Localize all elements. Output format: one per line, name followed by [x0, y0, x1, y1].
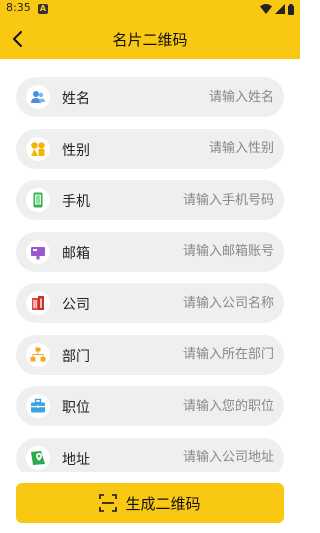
- generate-qr-button[interactable]: 生成二维码: [16, 483, 284, 523]
- field-email-label: 邮箱: [62, 245, 90, 262]
- field-department-label: 部门: [62, 348, 90, 365]
- briefcase-icon-badge: [26, 394, 50, 418]
- mailbox-icon-badge: [26, 239, 50, 264]
- name-input[interactable]: [134, 84, 274, 110]
- company-input[interactable]: [134, 290, 274, 316]
- card-form: 姓名 性别 手机: [16, 77, 284, 489]
- signal-icon: [275, 4, 285, 14]
- building-icon: [32, 296, 44, 310]
- field-company: 公司: [16, 283, 284, 323]
- status-icons: [260, 3, 294, 15]
- person-icon: [31, 91, 45, 103]
- battery-icon: [288, 3, 294, 15]
- field-name: 姓名: [16, 77, 284, 117]
- footer: 生成二维码: [0, 472, 300, 533]
- generate-qr-label: 生成二维码: [125, 494, 201, 513]
- status-bar: 8:35 A: [0, 0, 300, 20]
- field-department: 部门: [16, 334, 284, 375]
- field-address-label: 地址: [62, 451, 90, 468]
- phone-icon-badge: [26, 188, 50, 212]
- header: 8:35 A 名片二维码: [0, 0, 300, 59]
- field-phone-label: 手机: [62, 194, 90, 210]
- notification-icon: A: [38, 4, 48, 14]
- status-time: 8:35: [6, 1, 31, 14]
- org-chart-icon-badge: [26, 342, 50, 367]
- email-input[interactable]: [134, 238, 274, 265]
- field-gender: 性别: [16, 128, 284, 169]
- map-pin-icon: [31, 450, 45, 465]
- field-phone: 手机: [16, 180, 284, 220]
- scan-icon: [99, 494, 118, 512]
- field-gender-label: 性别: [62, 142, 90, 159]
- gender-icon: [31, 141, 45, 156]
- page-title: 名片二维码: [112, 31, 188, 49]
- building-icon-badge: [26, 291, 50, 315]
- department-input[interactable]: [134, 341, 274, 368]
- address-input[interactable]: [134, 444, 274, 471]
- position-input[interactable]: [134, 393, 274, 419]
- nav-bar: 名片二维码: [0, 20, 300, 59]
- field-name-label: 姓名: [62, 91, 90, 107]
- wifi-icon: [260, 4, 272, 14]
- mailbox-icon: [31, 246, 45, 259]
- person-icon-badge: [26, 85, 50, 109]
- gender-icon-badge: [26, 136, 50, 161]
- screen: 8:35 A 名片二维码 姓名 请输入姓名 性别 请输入性别 手机 请输入手机号…: [0, 0, 300, 533]
- gender-input[interactable]: [134, 135, 274, 162]
- field-position-label: 职位: [62, 400, 90, 416]
- org-chart-icon: [30, 347, 46, 361]
- phone-input[interactable]: [134, 187, 274, 213]
- field-position: 职位: [16, 386, 284, 426]
- map-pin-icon-badge: [26, 445, 50, 470]
- field-email: 邮箱: [16, 231, 284, 272]
- field-company-label: 公司: [62, 297, 90, 313]
- phone-icon: [33, 192, 43, 208]
- briefcase-icon: [31, 398, 45, 413]
